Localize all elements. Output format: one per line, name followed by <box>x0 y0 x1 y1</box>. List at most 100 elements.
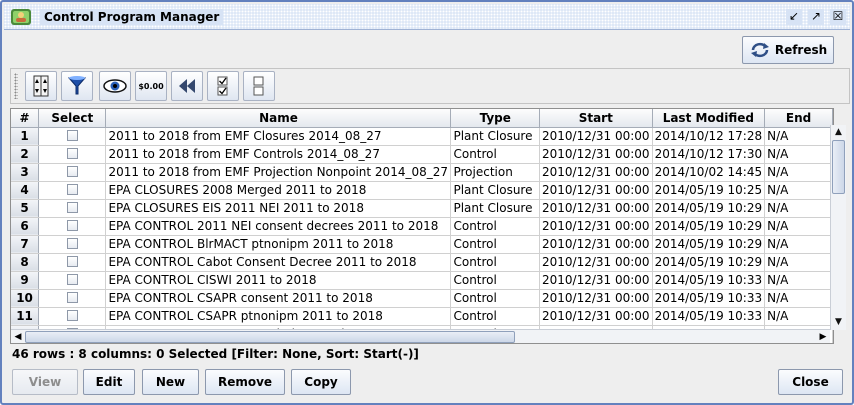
row-end: N/A <box>764 199 833 218</box>
refresh-button[interactable]: Refresh <box>742 36 834 64</box>
select-checkbox[interactable] <box>66 147 78 159</box>
row-end: N/A <box>764 271 833 290</box>
row-type: Control <box>450 253 540 272</box>
row-number: 11 <box>11 307 40 326</box>
table-row[interactable]: 2 2011 to 2018 from EMF Controls 2014_08_… <box>11 145 833 164</box>
select-checkbox[interactable] <box>66 129 78 141</box>
row-last-modified: 2014/05/19 10:33 <box>652 271 766 290</box>
row-name: 2011 to 2018 from EMF Controls 2014_08_2… <box>105 145 452 164</box>
select-checkbox[interactable] <box>66 309 78 321</box>
select-checkbox[interactable] <box>66 219 78 231</box>
select-checkbox[interactable] <box>66 201 78 213</box>
table-row[interactable]: 13EPA CONTROL MACT 2007 Boat Mfg 2011 to… <box>11 343 833 344</box>
vertical-scrollbar[interactable]: ▲ ▼ <box>830 125 846 330</box>
row-number: 1 <box>11 127 40 146</box>
horizontal-scroll-thumb[interactable] <box>25 331 515 343</box>
column-resize-button[interactable] <box>25 71 57 101</box>
table-row[interactable]: 1 2011 to 2018 from EMF Closures 2014_08_… <box>11 127 833 146</box>
column-header-start[interactable]: Start <box>539 109 653 128</box>
row-name: EPA CONTROL MACT 2007 Boat Mfg 2011 to 2… <box>106 343 451 344</box>
row-last-modified: 2014/10/12 17:30 <box>652 145 766 164</box>
rewind-icon <box>179 79 195 93</box>
row-type: Control <box>450 289 540 308</box>
table-header: # Select Name Type Start Last Modified E… <box>11 109 833 128</box>
clear-selection-icon <box>253 76 264 96</box>
scroll-right-icon[interactable]: ▶ <box>816 330 830 344</box>
view-button[interactable] <box>99 71 131 101</box>
row-end: N/A <box>764 253 833 272</box>
remove-button[interactable]: Remove <box>205 369 285 395</box>
select-checkbox[interactable] <box>66 255 78 267</box>
title-bar[interactable]: Control Program Manager ↙ ↗ ☒ <box>4 4 850 30</box>
new-button[interactable]: New <box>142 369 199 395</box>
row-type: Plant Closure <box>450 127 540 146</box>
horizontal-scrollbar[interactable]: ◀ ▶ <box>11 329 830 343</box>
table-row[interactable]: 7 EPA CONTROL BlrMACT ptnonipm 2011 to 20… <box>11 235 833 254</box>
table-row[interactable]: 5 EPA CLOSURES EIS 2011 NEI 2011 to 2018 P… <box>11 199 833 218</box>
control-programs-table: # Select Name Type Start Last Modified E… <box>10 108 834 344</box>
row-last-modified: 2014/05/19 10:29 <box>652 199 766 218</box>
status-bar: 46 rows : 8 columns: 0 Selected [Filter:… <box>12 347 419 361</box>
column-header-select[interactable]: Select <box>38 109 107 128</box>
row-select-checkbox <box>38 307 107 326</box>
row-start: 2010/12/31 00:00 <box>539 127 653 146</box>
select-checkbox[interactable] <box>66 291 78 303</box>
select-checkbox[interactable] <box>66 237 78 249</box>
row-number: 7 <box>11 235 40 254</box>
row-name: EPA CONTROL BlrMACT ptnonipm 2011 to 201… <box>105 235 452 254</box>
select-checkbox[interactable] <box>66 273 78 285</box>
vertical-scroll-thumb[interactable] <box>832 140 845 194</box>
column-header-end[interactable]: End <box>764 109 833 128</box>
maximize-icon[interactable]: ↗ <box>808 9 824 25</box>
currency-button[interactable]: $0.00 <box>135 71 167 101</box>
table-row[interactable]: 4 EPA CLOSURES 2008 Merged 2011 to 2018 Pl… <box>11 181 833 200</box>
table-row[interactable]: 9 EPA CONTROL CISWI 2011 to 2018 Control 20… <box>11 271 833 290</box>
table-row[interactable]: 10 EPA CONTROL CSAPR consent 2011 to 2018… <box>11 289 833 308</box>
table-row[interactable]: 11 EPA CONTROL CSAPR ptnonipm 2011 to 201… <box>11 307 833 326</box>
rewind-button[interactable] <box>171 71 203 101</box>
table-row[interactable]: 8 EPA CONTROL Cabot Consent Decree 2011 t… <box>11 253 833 272</box>
filter-button[interactable] <box>61 71 93 101</box>
row-name: EPA CLOSURES 2008 Merged 2011 to 2018 <box>105 181 452 200</box>
column-header-type[interactable]: Type <box>450 109 540 128</box>
scroll-left-icon[interactable]: ◀ <box>11 330 25 344</box>
row-last-modified: 2014/05/19 10:33 <box>652 289 766 308</box>
view-button-bottom[interactable]: View <box>12 369 78 395</box>
toolbar-grip[interactable] <box>14 73 18 99</box>
row-name: EPA CONTROL 2011 NEI consent decrees 201… <box>105 217 452 236</box>
row-end: N/A <box>764 307 833 326</box>
row-type: Control <box>450 235 540 254</box>
row-select-checkbox <box>38 253 107 272</box>
row-number: 4 <box>11 181 40 200</box>
row-end: N/A <box>764 217 833 236</box>
close-window-icon[interactable]: ☒ <box>830 9 846 25</box>
row-type: Plant Closure <box>450 181 540 200</box>
scroll-down-icon[interactable]: ▼ <box>831 315 846 330</box>
row-select-checkbox <box>39 343 106 344</box>
scroll-up-icon[interactable]: ▲ <box>831 125 846 140</box>
row-last-modified: 2014/05/19 10:33 <box>652 307 766 326</box>
row-start: 2010/12/31 00:00 <box>539 199 653 218</box>
minimize-icon[interactable]: ↙ <box>786 9 802 25</box>
column-header-number[interactable]: # <box>11 109 40 128</box>
row-type: Plant Closure <box>450 199 540 218</box>
select-checkbox[interactable] <box>66 165 78 177</box>
row-select-checkbox <box>38 127 107 146</box>
toolbar: $0.00 <box>10 68 850 104</box>
select-all-button[interactable] <box>207 71 239 101</box>
clear-selection-button[interactable] <box>243 71 275 101</box>
close-button[interactable]: Close <box>778 369 843 395</box>
refresh-label: Refresh <box>774 43 828 57</box>
row-name: EPA CONTROL CSAPR ptnonipm 2011 to 2018 <box>105 307 452 326</box>
column-header-name[interactable]: Name <box>105 109 452 128</box>
table-row[interactable]: 3 2011 to 2018 from EMF Projection Nonpoi… <box>11 163 833 182</box>
row-type: Control <box>450 307 540 326</box>
column-header-last-modified[interactable]: Last Modified <box>652 109 766 128</box>
row-name: EPA CLOSURES EIS 2011 NEI 2011 to 2018 <box>105 199 452 218</box>
edit-button[interactable]: Edit <box>83 369 135 395</box>
copy-button[interactable]: Copy <box>291 369 351 395</box>
row-type: Control <box>450 217 540 236</box>
row-last-modified: 2014/10/12 17:28 <box>652 127 766 146</box>
table-row[interactable]: 6 EPA CONTROL 2011 NEI consent decrees 20… <box>11 217 833 236</box>
select-checkbox[interactable] <box>66 183 78 195</box>
